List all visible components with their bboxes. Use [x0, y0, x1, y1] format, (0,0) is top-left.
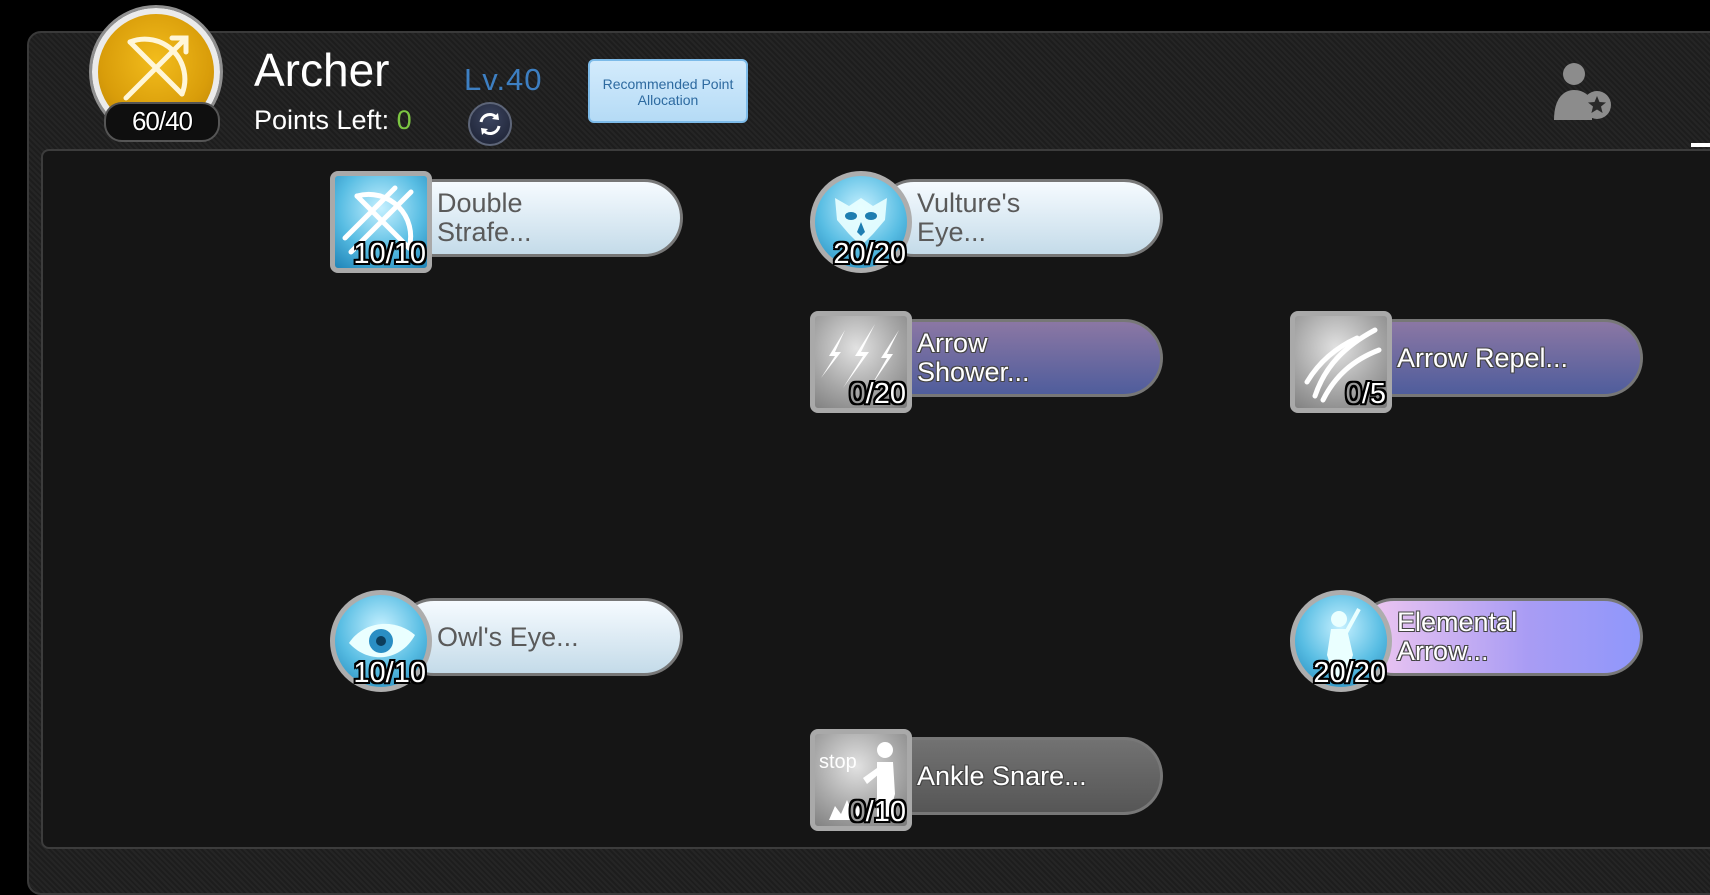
skill-level-counter: 10/10 [353, 238, 426, 270]
skill-level-counter: 20/20 [833, 238, 906, 270]
points-left-label: Points Left: [254, 105, 390, 135]
points-left: Points Left: 0 [254, 104, 412, 136]
level-indicator: Lv.40 [464, 62, 543, 97]
skill-name: Ankle Snare... [917, 761, 1087, 791]
skill-name: Owl's Eye... [437, 622, 579, 652]
class-title: Archer [254, 44, 390, 96]
skill-level-counter: 0/20 [849, 378, 906, 410]
skill-name: Arrow Repel... [1397, 343, 1569, 373]
skill-level-counter: 0/10 [849, 796, 906, 828]
scroll-indicator [1691, 143, 1710, 147]
recommended-label-line2: Allocation [637, 92, 699, 108]
skill-level-counter: 0/5 [1345, 378, 1386, 410]
user-star-icon[interactable] [1550, 60, 1614, 124]
skill-level-counter: 10/10 [353, 657, 426, 689]
refresh-icon [479, 113, 501, 135]
skill-name: Double Strafe... [437, 188, 532, 247]
skill-name: Vulture's Eye... [917, 188, 1021, 247]
recommended-label-line1: Recommended Point [602, 76, 734, 92]
recommended-allocation-button[interactable]: Recommended Point Allocation [588, 59, 748, 123]
bow-icon [123, 35, 189, 101]
reset-points-button[interactable] [468, 102, 512, 146]
skill-level-counter: 20/20 [1313, 657, 1386, 689]
skill-name: Arrow Shower... [917, 328, 1030, 387]
class-points-counter: 60/40 [104, 102, 220, 142]
svg-text:stop: stop [819, 751, 857, 773]
points-left-value: 0 [396, 105, 412, 135]
skill-name: Elemental Arrow... [1397, 607, 1518, 666]
